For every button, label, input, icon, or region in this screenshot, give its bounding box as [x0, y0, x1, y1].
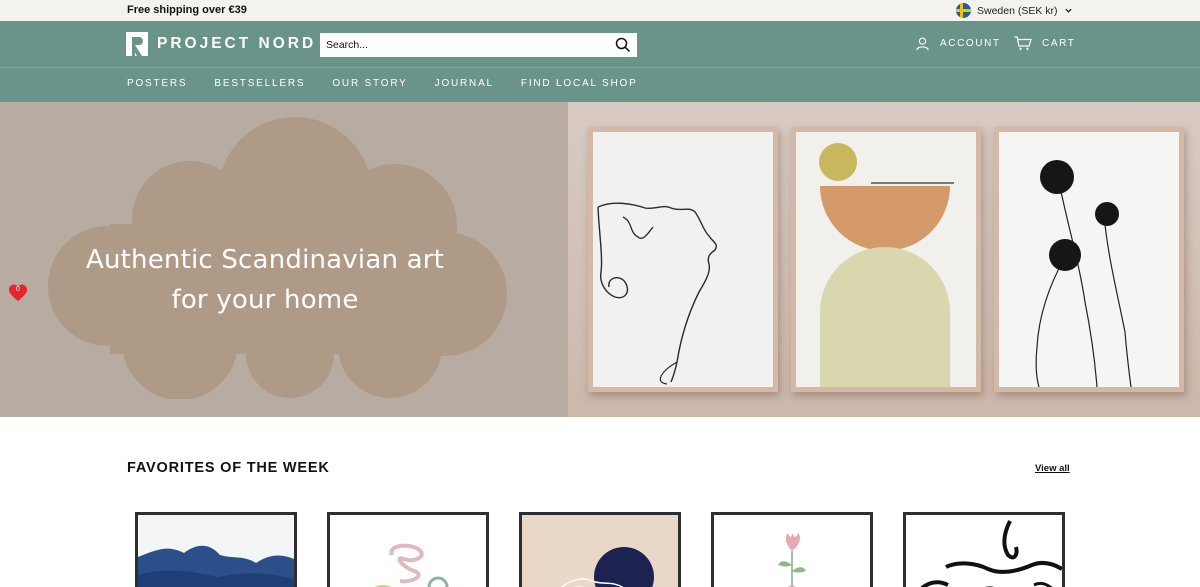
- hero-frame-black-flowers: [994, 127, 1184, 392]
- wishlist-badge[interactable]: 0: [8, 283, 28, 303]
- hero-frame-line-face: [588, 127, 778, 392]
- locale-label: Sweden (SEK kr): [977, 4, 1058, 17]
- product-image-blue-mountains: [138, 515, 294, 587]
- nav-item-posters[interactable]: POSTERS: [127, 78, 187, 89]
- search-input[interactable]: [326, 39, 615, 51]
- logo-text: PROJECT NORD: [157, 35, 317, 52]
- cart-label: CART: [1042, 38, 1076, 49]
- wishlist-count: 0: [16, 286, 20, 293]
- main-nav: POSTERS BESTSELLERS OUR STORY JOURNAL FI…: [127, 78, 638, 89]
- logo[interactable]: PROJECT NORD: [126, 32, 316, 56]
- chevron-down-icon: [1064, 8, 1072, 13]
- user-icon: [916, 37, 929, 51]
- logo-mark-icon: [126, 32, 148, 56]
- product-card-black-brush[interactable]: [903, 512, 1065, 587]
- product-image-navy-moon-face: [522, 515, 678, 587]
- account-link[interactable]: ACCOUNT: [915, 36, 1001, 51]
- hero-headline: Authentic Scandinavian art for your home: [50, 240, 480, 320]
- favorites-title: FAVORITES OF THE WEEK: [127, 460, 330, 476]
- product-image-pastel-lines: [330, 515, 486, 587]
- nav-item-our-story[interactable]: OUR STORY: [332, 78, 407, 89]
- search-bar[interactable]: [320, 33, 637, 57]
- header-divider: [0, 67, 1200, 68]
- product-card-navy-moon-face[interactable]: [519, 512, 681, 587]
- nav-item-bestsellers[interactable]: BESTSELLERS: [214, 78, 305, 89]
- free-shipping-text: Free shipping over €39: [127, 4, 247, 16]
- hero-headline-line2: for your home: [171, 285, 359, 315]
- product-card-blue-mountains[interactable]: [135, 512, 297, 587]
- search-icon[interactable]: [615, 37, 631, 53]
- product-card-pink-tulip[interactable]: [711, 512, 873, 587]
- product-image-pink-tulip: [714, 515, 870, 587]
- hero-frame-geometric: [791, 127, 981, 392]
- announcement-bar: Free shipping over €39 Sweden (SEK kr): [0, 0, 1200, 21]
- hero-art-wall: [568, 102, 1200, 417]
- nav-item-find-local-shop[interactable]: FIND LOCAL SHOP: [521, 78, 638, 89]
- account-label: ACCOUNT: [940, 38, 1001, 49]
- cart-icon: [1014, 36, 1032, 50]
- locale-selector[interactable]: Sweden (SEK kr): [956, 3, 1073, 18]
- site-header: PROJECT NORD ACCOUNT CART POSTERS BESTSE…: [0, 21, 1200, 102]
- hero-headline-line1: Authentic Scandinavian art: [85, 245, 445, 275]
- product-image-black-brush: [906, 515, 1062, 587]
- product-card-pastel-lines[interactable]: [327, 512, 489, 587]
- nav-item-journal[interactable]: JOURNAL: [435, 78, 494, 89]
- view-all-link[interactable]: View all: [1035, 463, 1070, 474]
- hero-banner[interactable]: Authentic Scandinavian art for your home: [0, 102, 1200, 417]
- cart-link[interactable]: CART: [1014, 36, 1075, 51]
- sweden-flag-icon: [956, 3, 971, 18]
